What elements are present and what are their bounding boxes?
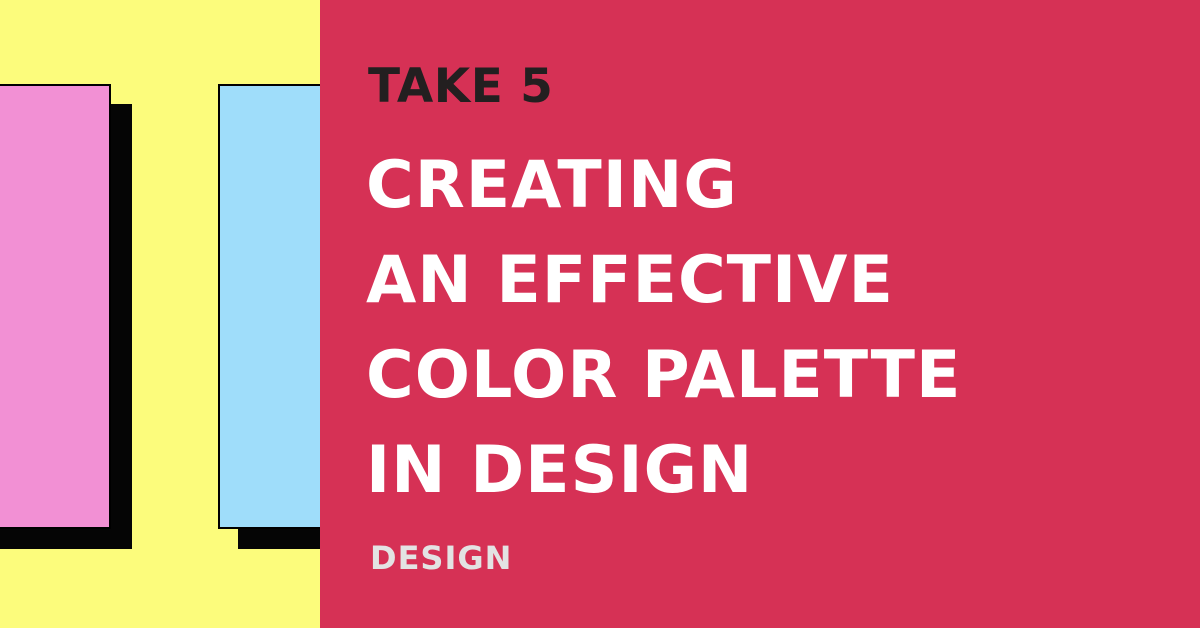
series-label: TAKE 5 [368,59,554,114]
headline-line-2: AN EFFECTIVE [366,243,894,318]
pink-color-swatch [0,84,111,529]
headline-line-4: IN DESIGN [366,433,754,508]
color-swatch-illustration [0,0,320,628]
headline-line-1: CREATING [366,148,738,223]
title-panel: TAKE 5 CREATING AN EFFECTIVE COLOR PALET… [320,0,1200,628]
headline-line-3: COLOR PALETTE [366,338,962,413]
blue-color-swatch [218,84,320,529]
category-label: DESIGN [370,539,513,577]
article-headline: CREATING AN EFFECTIVE COLOR PALETTE IN D… [366,138,961,518]
